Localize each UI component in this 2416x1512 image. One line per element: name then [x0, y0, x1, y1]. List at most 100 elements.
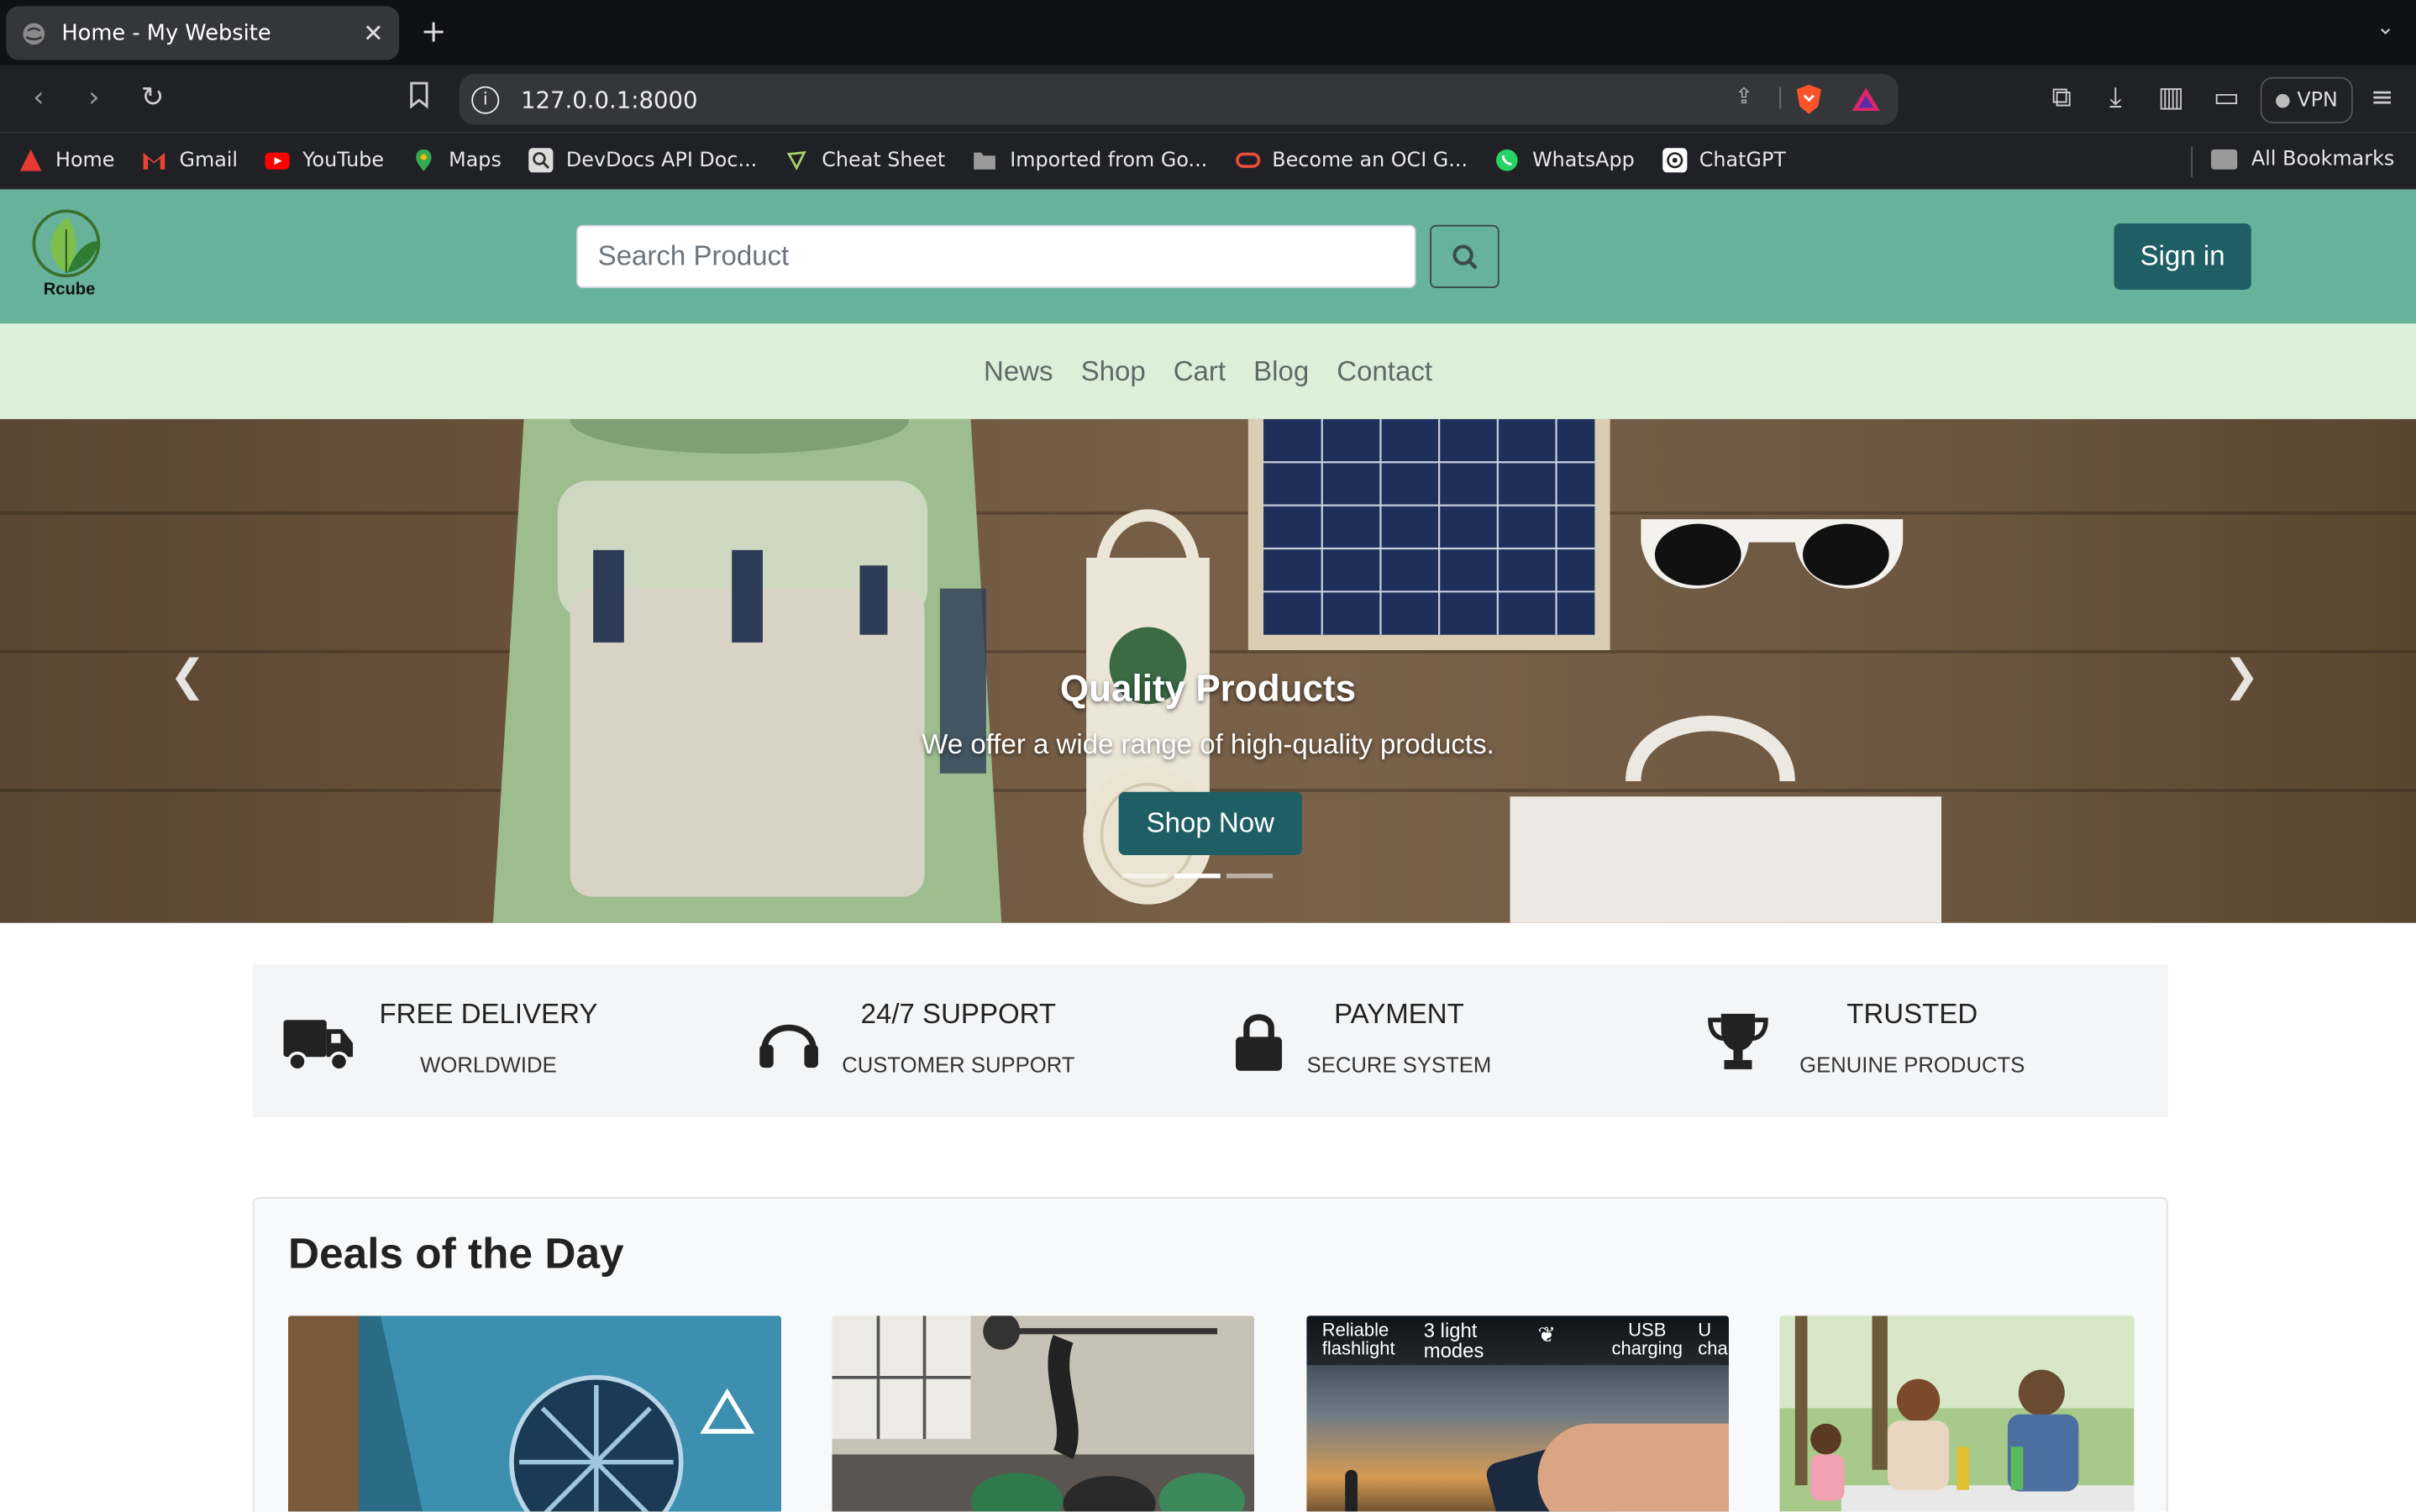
nav-news[interactable]: News — [984, 355, 1053, 388]
flashlight-label: Reliable flashlight — [1321, 1319, 1395, 1359]
bookmark-icon[interactable] — [402, 81, 436, 115]
bookmark-label: Cheat Sheet — [822, 149, 946, 172]
bookmark-label: Become an OCI G... — [1272, 149, 1468, 172]
vpn-button[interactable]: VPN — [2260, 76, 2353, 123]
search-input[interactable]: Search Product — [575, 224, 1416, 288]
all-bookmarks[interactable]: All Bookmarks — [2211, 148, 2394, 171]
bookmark-chatgpt[interactable]: ChatGPT — [1662, 148, 1786, 173]
carousel-indicators — [1121, 873, 1274, 879]
whatsapp-icon — [1496, 149, 1519, 171]
browser-toolbar: ‹ › ↻ i 127.0.0.1:8000 ⇪ | ⧉ ⤓ ▥ ▭ VPN ≡ — [0, 66, 2416, 133]
carousel-indicator-3[interactable] — [1226, 873, 1274, 879]
reload-icon[interactable]: ↻ — [135, 81, 169, 115]
bookmark-label: YouTube — [302, 149, 385, 172]
usb-label: USB charging — [1611, 1319, 1683, 1359]
feature-support: 24/7 SUPPORT CUSTOMER SUPPORT — [758, 964, 1143, 1117]
nav-shop[interactable]: Shop — [1081, 355, 1146, 388]
deals-title: Deals of the Day — [287, 1229, 624, 1278]
bookmark-maps[interactable]: Maps — [412, 148, 502, 172]
oracle-icon — [1235, 152, 1260, 168]
site-logo[interactable]: Rcube — [31, 205, 105, 297]
feature-subtitle: CUSTOMER SUPPORT — [842, 1052, 1075, 1078]
bookmark-home[interactable]: Home — [18, 148, 114, 172]
feature-title: 24/7 SUPPORT — [860, 998, 1057, 1030]
trophy-icon — [1708, 1013, 1768, 1069]
signin-button[interactable]: Sign in — [2114, 223, 2251, 290]
url-text: 127.0.0.1:8000 — [520, 85, 698, 113]
lock-icon — [1236, 1014, 1283, 1071]
share-icon[interactable]: ⇪ — [1735, 85, 1753, 109]
bookmark-label: ChatGPT — [1699, 149, 1786, 172]
feature-subtitle: GENUINE PRODUCTS — [1799, 1052, 2025, 1078]
brave-rewards-icon[interactable] — [1851, 87, 1882, 113]
bookmark-label: DevDocs API Doc... — [565, 149, 758, 172]
bookmark-gmail[interactable]: Gmail — [142, 148, 238, 172]
site-info-icon[interactable]: i — [471, 86, 500, 114]
bookmark-label: Gmail — [179, 149, 239, 172]
main-nav: News Shop Cart Blog Contact — [0, 323, 2416, 419]
deals-section: Deals of the Day Reliable flashlight 3 l… — [252, 1197, 2168, 1512]
all-bookmarks-label: All Bookmarks — [2251, 148, 2395, 171]
menu-icon[interactable]: ≡ — [2365, 81, 2398, 115]
hero-title: Quality Products — [1059, 669, 1357, 711]
bookmark-devdocs[interactable]: DevDocs API Doc... — [528, 148, 758, 173]
hand-image — [1537, 1423, 1729, 1512]
download-icon[interactable]: ⤓ — [2098, 81, 2132, 115]
cheat-sheet-icon — [787, 150, 807, 171]
feature-subtitle: WORLDWIDE — [420, 1052, 557, 1078]
solar-panel-image — [1247, 418, 1610, 651]
bookmark-imported[interactable]: Imported from Go... — [973, 148, 1207, 172]
chevron-down-icon[interactable]: ⌄ — [2377, 15, 2395, 39]
bookmark-label: Home — [55, 149, 115, 172]
carousel-indicator-2[interactable] — [1174, 873, 1221, 879]
back-icon[interactable]: ‹ — [22, 81, 55, 115]
bookmark-whatsapp[interactable]: WhatsApp — [1495, 148, 1635, 172]
deal-card-4-image[interactable] — [1779, 1315, 2135, 1512]
folder-icon — [974, 152, 996, 170]
sidebar-icon[interactable]: ▥ — [2154, 81, 2188, 115]
folder-icon — [2211, 149, 2238, 170]
devdocs-icon — [528, 148, 554, 173]
bookmark-youtube[interactable]: YouTube — [265, 148, 384, 172]
deal-card-1-image[interactable] — [287, 1315, 781, 1512]
nav-blog[interactable]: Blog — [1253, 355, 1309, 388]
deal-card-2-image[interactable] — [832, 1315, 1255, 1512]
person-silhouette — [1345, 1469, 1358, 1512]
new-tab-icon[interactable]: + — [421, 14, 447, 48]
feature-delivery: FREE DELIVERY WORLDWIDE — [283, 964, 669, 1117]
nav-contact[interactable]: Contact — [1337, 355, 1432, 388]
address-bar[interactable]: i 127.0.0.1:8000 ⇪ | — [459, 74, 1899, 125]
feature-title: FREE DELIVERY — [379, 998, 598, 1030]
tab-title: Home - My Website — [61, 20, 271, 46]
browser-tab[interactable]: Home - My Website ✕ — [6, 6, 400, 60]
cropped-label: U cha — [1698, 1320, 1728, 1357]
sunglasses-image — [1641, 519, 1904, 589]
brave-logo-icon — [19, 149, 42, 171]
carousel-indicator-1[interactable] — [1121, 873, 1169, 879]
shop-now-button[interactable]: Shop Now — [1118, 791, 1302, 855]
site-header: Rcube Search Product Sign in — [0, 189, 2416, 324]
globe-icon — [23, 22, 45, 45]
maps-pin-icon — [416, 149, 432, 171]
close-tab-icon[interactable]: ✕ — [363, 18, 384, 48]
extensions-icon[interactable]: ⧉ — [2045, 81, 2078, 115]
logo-text: Rcube — [44, 280, 96, 297]
browser-tab-bar: Home - My Website ✕ + ⌄ — [0, 0, 2416, 66]
light-modes-label: 3 light modes — [1423, 1319, 1484, 1362]
wallet-icon[interactable]: ▭ — [2209, 81, 2243, 115]
leaf-icon: ❦ — [1537, 1321, 1557, 1347]
features-bar: FREE DELIVERY WORLDWIDE 24/7 SUPPORT CUS… — [252, 964, 2168, 1117]
bookmark-label: WhatsApp — [1532, 149, 1635, 172]
bookmark-oci[interactable]: Become an OCI G... — [1235, 148, 1468, 172]
feature-title: PAYMENT — [1334, 998, 1464, 1030]
search-button[interactable] — [1430, 224, 1499, 288]
bookmark-cheat-sheet[interactable]: Cheat Sheet — [785, 148, 945, 172]
deal-card-3-image[interactable]: Reliable flashlight 3 light modes ❦ USB … — [1306, 1315, 1729, 1512]
feature-subtitle: SECURE SYSTEM — [1306, 1052, 1492, 1078]
hero-subtitle: We offer a wide range of high-quality pr… — [922, 728, 1494, 760]
nav-cart[interactable]: Cart — [1174, 355, 1226, 388]
search-icon — [1452, 244, 1477, 269]
brave-shield-icon[interactable] — [1794, 83, 1825, 116]
forward-icon[interactable]: › — [77, 81, 111, 115]
youtube-icon — [265, 152, 291, 170]
